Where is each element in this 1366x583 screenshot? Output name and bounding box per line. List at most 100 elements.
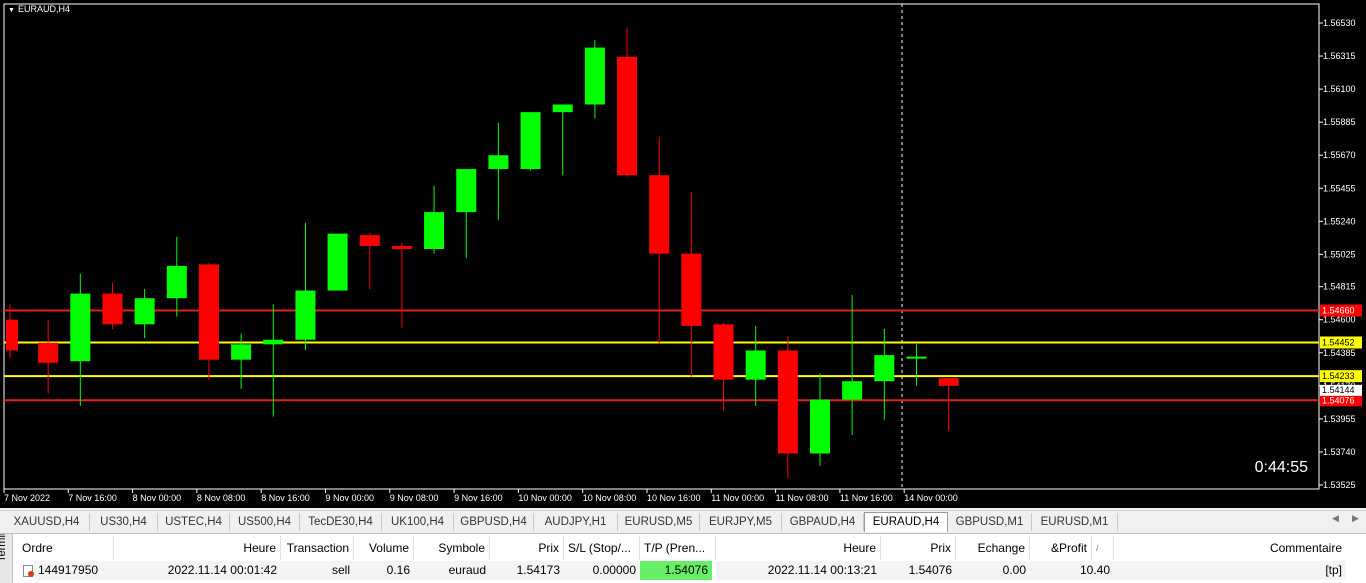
- col-header-profit[interactable]: &Profit: [1030, 536, 1092, 560]
- terminal-side-label[interactable]: Terminal: [0, 534, 13, 583]
- candle-body[interactable]: [488, 155, 509, 170]
- chart-tab-us500-h4[interactable]: US500,H4: [230, 513, 300, 531]
- row-profit: 10.40: [1030, 561, 1114, 580]
- candle-body[interactable]: [231, 344, 252, 360]
- candle-body[interactable]: [391, 245, 412, 250]
- chart-tab-gbpaud-h4[interactable]: GBPAUD,H4: [782, 513, 864, 531]
- chart-tab-euraud-h4[interactable]: EURAUD,H4: [864, 512, 948, 532]
- chart-tab-eurusd-m5[interactable]: EURUSD,M5: [618, 513, 700, 531]
- order-level-label: 1.54233: [1322, 371, 1355, 381]
- time-axis-label: 14 Nov 00:00: [904, 493, 958, 503]
- candle-body[interactable]: [745, 350, 766, 380]
- time-axis-label: 8 Nov 16:00: [261, 493, 310, 503]
- chart-symbol-label: EURAUD,H4: [17, 4, 70, 14]
- price-axis-label: 1.54385: [1323, 348, 1356, 358]
- sort-indicator-icon: /: [1092, 536, 1114, 560]
- candle-body[interactable]: [424, 212, 445, 250]
- tabs-scroll-left-icon[interactable]: ◀: [1332, 514, 1339, 524]
- col-header-prix[interactable]: Prix: [490, 536, 564, 560]
- candle-body[interactable]: [134, 298, 155, 325]
- chart-tab-eurjpy-m5[interactable]: EURJPY,M5: [700, 513, 782, 531]
- col-header-ordre[interactable]: Ordre: [18, 536, 114, 560]
- candle-body[interactable]: [584, 47, 605, 105]
- price-axis-label: 1.55025: [1323, 249, 1356, 259]
- candle-body[interactable]: [38, 342, 59, 363]
- candle-body[interactable]: [938, 378, 959, 386]
- time-axis-label: 10 Nov 00:00: [518, 493, 572, 503]
- candle-body[interactable]: [874, 355, 895, 382]
- order-level-label: 1.54660: [1322, 306, 1355, 316]
- col-header-transaction[interactable]: Transaction: [281, 536, 354, 560]
- col-header-take-profit[interactable]: T/P (Pren...: [640, 536, 716, 560]
- candle-body[interactable]: [198, 264, 219, 360]
- time-axis-label: 11 Nov 16:00: [840, 493, 893, 503]
- chart-tab-gbpusd-m1[interactable]: GBPUSD,M1: [948, 513, 1032, 531]
- order-level-label: 1.54076: [1322, 395, 1355, 405]
- time-axis-label: 8 Nov 08:00: [197, 493, 246, 503]
- row-heure: 2022.11.14 00:01:42: [114, 561, 281, 580]
- candle-body[interactable]: [906, 356, 927, 359]
- chart-tab-ustec-h4[interactable]: USTEC,H4: [158, 513, 230, 531]
- col-header-echange[interactable]: Echange: [956, 536, 1030, 560]
- candle-body[interactable]: [617, 56, 638, 176]
- time-axis-label: 9 Nov 16:00: [454, 493, 503, 503]
- time-axis-label: 8 Nov 00:00: [133, 493, 182, 503]
- order-level-label: 1.54452: [1322, 337, 1355, 347]
- candle-body[interactable]: [70, 293, 91, 362]
- candle-body[interactable]: [263, 339, 284, 345]
- candle-body[interactable]: [552, 104, 573, 113]
- price-axis-label: 1.53955: [1323, 414, 1356, 424]
- row-commentaire: [tp]: [1114, 561, 1346, 580]
- candle-body[interactable]: [681, 253, 702, 326]
- time-axis-label: 9 Nov 00:00: [326, 493, 375, 503]
- chart-tab-eurusd-m1[interactable]: EURUSD,M1: [1032, 513, 1118, 531]
- terminal-panel: Terminal Ordre Heure Transaction Volume …: [0, 533, 1366, 583]
- candle-body[interactable]: [842, 381, 863, 400]
- row-take-profit: 1.54076: [640, 561, 712, 580]
- chart-tab-tecde30-h4[interactable]: TecDE30,H4: [300, 513, 382, 531]
- candle-body[interactable]: [295, 290, 316, 340]
- candle-body[interactable]: [810, 399, 830, 454]
- price-axis-label: 1.54815: [1323, 282, 1356, 292]
- candle-body[interactable]: [166, 265, 187, 299]
- chart-tab-xauusd-h4[interactable]: XAUUSD,H4: [4, 513, 90, 531]
- row-symbole: euraud: [414, 561, 490, 580]
- col-header-prix-close[interactable]: Prix: [881, 536, 956, 560]
- candle-body[interactable]: [456, 169, 477, 213]
- row-prix-close: 1.54076: [881, 561, 956, 580]
- time-axis-label: 9 Nov 08:00: [390, 493, 439, 503]
- price-chart[interactable]: 1.56530 1.56315 1.56100 1.55885 1.55670 1.554…: [0, 0, 1366, 508]
- candle-body[interactable]: [327, 233, 348, 291]
- col-header-stop-loss[interactable]: S/L (Stop/...: [564, 536, 640, 560]
- candle-body[interactable]: [520, 112, 541, 170]
- candle-body[interactable]: [713, 324, 734, 380]
- chart-tab-gbpusd-h4[interactable]: GBPUSD,H4: [454, 513, 534, 531]
- row-heure-close: 2022.11.14 00:13:21: [716, 561, 881, 580]
- price-axis-label: 1.56530: [1323, 18, 1356, 28]
- price-axis-label: 1.53740: [1323, 447, 1356, 457]
- chart-tab-uk100-h4[interactable]: UK100,H4: [382, 513, 454, 531]
- time-axis-label: 10 Nov 08:00: [583, 493, 637, 503]
- candle-body[interactable]: [6, 319, 18, 351]
- candle-body[interactable]: [777, 350, 798, 454]
- row-echange: 0.00: [956, 561, 1030, 580]
- time-axis-label: 11 Nov 00:00: [711, 493, 764, 503]
- sell-order-icon: [23, 565, 34, 577]
- price-axis-label: 1.55885: [1323, 117, 1356, 127]
- chart-menu-triangle-icon[interactable]: ▼: [8, 7, 15, 14]
- tabs-scroll-right-icon[interactable]: ▶: [1352, 514, 1359, 524]
- candle-body[interactable]: [359, 235, 380, 246]
- price-axis-label: 1.55240: [1323, 216, 1356, 226]
- chart-title: ▼ EURAUD,H4: [8, 4, 70, 14]
- chart-tab-audjpy-h1[interactable]: AUDJPY,H1: [534, 513, 618, 531]
- candlestick-chart[interactable]: 1.56530 1.56315 1.56100 1.55885 1.55670 1.554…: [0, 0, 1366, 508]
- col-header-volume[interactable]: Volume: [354, 536, 414, 560]
- col-header-symbole[interactable]: Symbole: [414, 536, 490, 560]
- col-header-heure[interactable]: Heure: [114, 536, 281, 560]
- chart-tab-us30-h4[interactable]: US30,H4: [90, 513, 158, 531]
- candle-body[interactable]: [649, 175, 670, 254]
- time-axis-label: 7 Nov 2022: [4, 493, 50, 503]
- col-header-commentaire[interactable]: Commentaire: [1114, 536, 1346, 560]
- candle-body[interactable]: [102, 293, 123, 325]
- col-header-heure-close[interactable]: Heure: [716, 536, 881, 560]
